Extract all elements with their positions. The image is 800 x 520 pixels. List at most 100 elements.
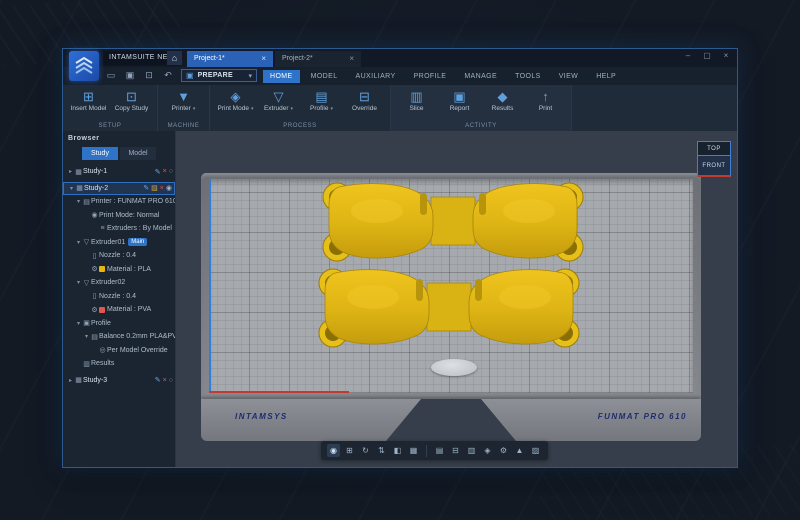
tree-material-pva[interactable]: ⚙ Material : PVA: [63, 303, 175, 317]
tree-item-icon: ▤: [82, 198, 91, 206]
stage-selector-dropdown[interactable]: ▣ PREPARE ▾: [181, 69, 257, 82]
tree-study-3[interactable]: ▸ ▦ Study-3 ✎×○: [63, 374, 175, 388]
expand-arrow-icon[interactable]: ▾: [83, 333, 90, 340]
support-tool-icon[interactable]: ⚙: [497, 444, 510, 457]
expand-arrow-icon[interactable]: ▾: [75, 198, 82, 205]
maximize-button[interactable]: ▢: [702, 51, 712, 60]
project-tab-label: Project-2*: [282, 51, 313, 67]
rotate-tool-icon[interactable]: ↻: [359, 444, 372, 457]
delete-study-icon[interactable]: ×: [160, 185, 164, 192]
tree-profile-balance[interactable]: ▾ ▤ Balance 0.2mm PLA&PVA: [63, 330, 175, 344]
measure-tool-icon[interactable]: ▨: [529, 444, 542, 457]
copy-study-icon[interactable]: ✎: [155, 168, 161, 176]
3d-viewport[interactable]: INTAMSYS FUNMAT PRO 610 TOP FRONT ◉⊞↻⇅◧▦…: [176, 131, 737, 467]
home-icon[interactable]: ⌂: [167, 51, 182, 65]
model-row-1[interactable]: [323, 183, 583, 261]
tree-profile[interactable]: ▾ ▣ Profile: [63, 317, 175, 331]
tree-study-2[interactable]: ▾ ▦ Study-2 ✎▨×◉: [63, 182, 175, 196]
print-mode-button[interactable]: ◈ Print Mode▾: [214, 87, 257, 121]
tree-item-icon: ◉: [90, 211, 99, 219]
copy-study-icon[interactable]: ✎: [143, 184, 149, 192]
profile-button[interactable]: ▤ Profile▾: [300, 87, 343, 121]
view-top-button[interactable]: TOP: [697, 141, 731, 156]
merge-tool-icon[interactable]: ◈: [481, 444, 494, 457]
close-window-button[interactable]: ×: [721, 51, 731, 60]
set-active-study-icon[interactable]: ○: [169, 168, 173, 175]
menu-item[interactable]: TOOLS: [508, 70, 548, 83]
menu-item[interactable]: MODEL: [304, 70, 345, 83]
lay-flat-tool-icon[interactable]: ⊟: [449, 444, 462, 457]
tree-print-mode[interactable]: ◉ Print Mode: Normal: [63, 209, 175, 223]
menu-item[interactable]: AUXILIARY: [349, 70, 403, 83]
menu-item[interactable]: VIEW: [552, 70, 586, 83]
mirror-tool-icon[interactable]: ◧: [391, 444, 404, 457]
close-tab-icon[interactable]: ×: [349, 51, 354, 67]
menu-item[interactable]: HOME: [263, 70, 300, 83]
view-front-button[interactable]: FRONT: [697, 155, 731, 177]
set-active-study-icon[interactable]: ◉: [166, 184, 172, 192]
transform-tool-icon[interactable]: ▦: [407, 444, 420, 457]
slice-button[interactable]: ▥ Slice▾: [395, 87, 438, 121]
tree-printer[interactable]: ▾ ▤ Printer : FUNMAT PRO 610: [63, 195, 175, 209]
copy-study-icon[interactable]: ✎: [155, 376, 161, 384]
close-tab-icon[interactable]: ×: [261, 51, 266, 67]
undo-icon[interactable]: ↶: [162, 69, 174, 82]
tree-extruder01[interactable]: ▾ ▽ Extruder01 Main: [63, 236, 175, 250]
print-button[interactable]: ↑ Print▾: [524, 87, 567, 121]
mesh-tool-icon[interactable]: ▲: [513, 444, 526, 457]
expand-arrow-icon[interactable]: ▾: [75, 279, 82, 286]
tree-item-label: Study-3: [83, 377, 107, 384]
results-button[interactable]: ◆ Results▾: [481, 87, 524, 121]
insert-model-button[interactable]: ⊞ Insert Model▾: [67, 87, 110, 121]
model-group[interactable]: [209, 179, 693, 393]
tree-material-pla[interactable]: ⚙ Material : PLA: [63, 263, 175, 277]
move-tool-icon[interactable]: ⊞: [343, 444, 356, 457]
delete-study-icon[interactable]: ×: [163, 377, 167, 384]
printer-button[interactable]: ▼ Printer▾: [162, 87, 205, 121]
set-active-study-icon[interactable]: ○: [169, 377, 173, 384]
delete-study-icon[interactable]: ×: [163, 168, 167, 175]
tree-nozzle-2[interactable]: ▯ Nozzle : 0.4: [63, 290, 175, 304]
tree-row-actions: ✎▨×◉: [143, 183, 172, 195]
tree-nozzle-1[interactable]: ▯ Nozzle : 0.4: [63, 249, 175, 263]
ribbon-button-icon: ⊟: [359, 89, 370, 104]
copy-study-button[interactable]: ⊡ Copy Study▾: [110, 87, 153, 121]
arrange-tool-icon[interactable]: ▤: [433, 444, 446, 457]
model-row-2[interactable]: [319, 269, 579, 347]
project-tab[interactable]: Project-1* ×: [187, 51, 273, 67]
expand-arrow-icon[interactable]: ▸: [67, 377, 74, 384]
menu-item[interactable]: HELP: [589, 70, 623, 83]
ribbon-button-label: Printer: [172, 105, 191, 112]
expand-arrow-icon[interactable]: ▾: [75, 239, 82, 246]
open-file-icon[interactable]: ▭: [105, 69, 117, 82]
extruder-button[interactable]: ▽ Extruder▾: [257, 87, 300, 121]
plate-skirt-left: INTAMSYS: [201, 399, 451, 441]
scale-tool-icon[interactable]: ⇅: [375, 444, 388, 457]
menu-item[interactable]: MANAGE: [457, 70, 504, 83]
menu-item[interactable]: PROFILE: [407, 70, 454, 83]
save-icon[interactable]: ▣: [124, 69, 136, 82]
ribbon-group-process: ◈ Print Mode▾ ▽ Extruder▾ ▤ Profile▾: [210, 85, 391, 131]
minimize-button[interactable]: –: [683, 51, 693, 60]
export-study-icon[interactable]: ▨: [151, 184, 158, 192]
expand-arrow-icon[interactable]: ▾: [75, 320, 82, 327]
split-tool-icon[interactable]: ▥: [465, 444, 478, 457]
clipboard-icon[interactable]: ⊡: [143, 69, 155, 82]
override-button[interactable]: ⊟ Override▾: [343, 87, 386, 121]
report-button[interactable]: ▣ Report▾: [438, 87, 481, 121]
expand-arrow-icon[interactable]: ▸: [67, 168, 74, 175]
browser-tab[interactable]: Model: [120, 147, 156, 160]
expand-arrow-icon[interactable]: ▾: [68, 185, 75, 192]
tree-study-1[interactable]: ▸ ▦ Study-1 ✎×○: [63, 165, 175, 179]
tree-row-actions: ✎×○: [155, 374, 173, 388]
tree-results[interactable]: ▥ Results: [63, 357, 175, 371]
tree-extruders-mode[interactable]: ≡ Extruders : By Model: [63, 222, 175, 236]
view-cube[interactable]: TOP FRONT: [697, 141, 731, 177]
browser-tab[interactable]: Study: [82, 147, 118, 160]
select-tool-icon[interactable]: ◉: [327, 444, 340, 457]
project-tab[interactable]: Project-2* ×: [275, 51, 361, 67]
main-menu: HOME MODEL AUXILIARY PROFILEMANAGE TOOLS VIEW…: [263, 67, 623, 85]
ribbon-button-icon: ⊞: [83, 89, 94, 104]
tree-extruder02[interactable]: ▾ ▽ Extruder02: [63, 276, 175, 290]
tree-per-model-override[interactable]: ◎ Per Model Override: [63, 344, 175, 358]
